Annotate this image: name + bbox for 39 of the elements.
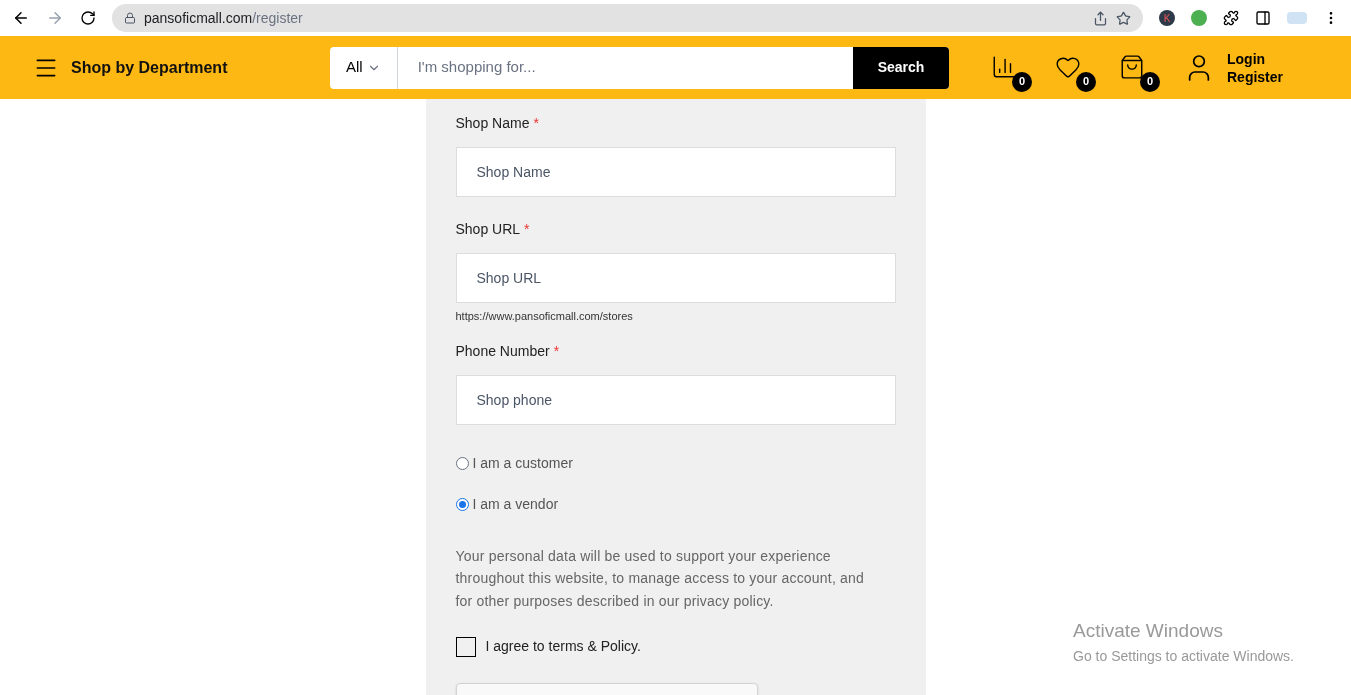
required-mark: *: [553, 341, 560, 361]
field-label: Phone Number: [455, 341, 550, 361]
field-hint: https://www.pansoficmall.com/stores: [455, 309, 634, 324]
back-icon[interactable]: [12, 9, 30, 27]
required-mark: *: [524, 220, 530, 239]
required-mark: *: [533, 114, 539, 133]
url-text: pansoficmall.com/register: [144, 8, 303, 28]
text-field[interactable]: Shop Name: [455, 147, 896, 197]
reload-icon[interactable]: [80, 10, 96, 26]
radio-label: I am a customer: [472, 453, 573, 473]
star-icon[interactable]: [1116, 10, 1131, 26]
activation-title: Activate Windows: [1073, 619, 1224, 643]
radio-button[interactable]: [455, 456, 469, 470]
side-panel-icon[interactable]: [1255, 10, 1271, 26]
field-label: Shop URL: [455, 220, 521, 239]
search-button[interactable]: Search: [853, 46, 949, 89]
agree-checkbox[interactable]: [455, 636, 476, 657]
search-bar[interactable]: All I'm shopping for... Search: [330, 46, 949, 89]
category-select[interactable]: All: [330, 46, 398, 89]
text-field[interactable]: Shop phone: [455, 374, 896, 425]
radio-label: I am a vendor: [472, 494, 559, 514]
count-badge: 0: [1012, 71, 1032, 92]
department-link[interactable]: Shop by Department: [71, 55, 228, 80]
radio-button[interactable]: [455, 497, 469, 511]
agree-label: I agree to terms & Policy.: [485, 637, 641, 656]
share-icon[interactable]: [1093, 10, 1108, 26]
text-field[interactable]: Shop URL: [455, 253, 896, 303]
extensions-icon[interactable]: [1223, 10, 1239, 26]
count-badge: 0: [1076, 71, 1096, 92]
address-bar[interactable]: pansoficmall.com/register: [112, 4, 1143, 32]
count-badge: 0: [1140, 71, 1160, 92]
account-link[interactable]: Register: [1227, 67, 1284, 86]
account-link[interactable]: Login: [1227, 49, 1284, 68]
field-label: Shop Name: [455, 114, 530, 133]
privacy-text: Your personal data will be used to support your experience throughout this website, to manage access to your account, and for other purposes described in our privacy policy.: [455, 546, 866, 611]
forward-icon[interactable]: [46, 9, 64, 27]
lock-icon: [124, 12, 136, 24]
bag-icon[interactable]: [1119, 53, 1145, 80]
activation-subtitle: Go to Settings to activate Windows.: [1073, 646, 1294, 666]
